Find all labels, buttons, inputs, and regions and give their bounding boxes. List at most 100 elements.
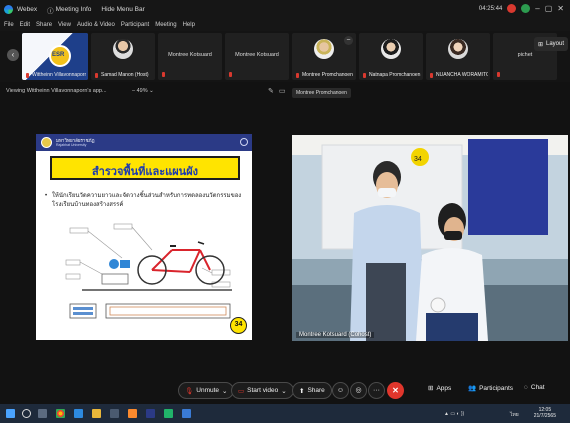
- menu-file[interactable]: File: [4, 22, 14, 28]
- captions-button[interactable]: ◎: [350, 382, 367, 399]
- participant-tile[interactable]: NUANCHA WORAMITO...: [426, 33, 490, 80]
- task-view-icon[interactable]: [38, 409, 47, 418]
- share-label: Share: [307, 387, 325, 394]
- menu-view[interactable]: View: [58, 22, 71, 28]
- participant-tile[interactable]: Montree Kotsuard: [225, 33, 289, 80]
- zoom-control[interactable]: – 49% ⌄: [132, 88, 154, 94]
- mic-muted-icon: 🎙: [185, 387, 194, 395]
- apps-button[interactable]: ⊞ Apps: [428, 384, 452, 393]
- share-button[interactable]: ⬆ Share: [292, 382, 332, 399]
- share-icon: ⬆: [299, 387, 305, 395]
- university-seal-icon: [41, 137, 52, 148]
- video-options-icon[interactable]: ⌄: [281, 387, 286, 395]
- avatar: [448, 39, 468, 59]
- app-icon[interactable]: [146, 409, 155, 418]
- search-icon[interactable]: [22, 409, 31, 418]
- participant-name: Montree Kotsuard: [235, 52, 279, 58]
- participant-strip: ‹ ESR Wittheinn Villavonnaporn Samad Man…: [0, 31, 570, 82]
- meeting-info-icon[interactable]: ⓘ: [47, 5, 54, 15]
- participant-name: Samad Manon (Host): [101, 72, 149, 78]
- edge-icon[interactable]: [74, 409, 83, 418]
- app-name: Webex: [17, 6, 38, 13]
- more-options-button[interactable]: ···: [368, 382, 385, 399]
- unmute-label: Unmute: [196, 387, 220, 394]
- strip-prev-icon[interactable]: ‹: [7, 49, 19, 61]
- start-windows-icon[interactable]: [6, 409, 15, 418]
- avatar: [113, 39, 133, 59]
- chat-label: Chat: [530, 384, 545, 391]
- bicycle-diagram: [62, 222, 242, 326]
- chat-button[interactable]: ◌ Chat: [524, 384, 545, 391]
- shared-slide: มหาวิทยาลัยราชภัฏ Rajabhat University สำ…: [36, 134, 252, 340]
- chrome-icon[interactable]: [56, 409, 65, 418]
- menu-share[interactable]: Share: [36, 22, 52, 28]
- participant-tile[interactable]: ESR Wittheinn Villavonnaporn: [22, 33, 88, 80]
- slide-bullet: ให้นักเรียนวัดความยาวและจัดวางชิ้นส่วนสำ…: [45, 192, 242, 210]
- participant-name: Montree Kotsuard: [168, 52, 212, 58]
- recording-indicator-icon[interactable]: [507, 4, 517, 13]
- menu-participant[interactable]: Participant: [121, 22, 149, 28]
- start-video-label: Start video: [247, 387, 279, 394]
- maximize-icon[interactable]: ▢: [545, 4, 553, 13]
- slide-title-box: สำรวจพื้นที่และแผนผัง: [50, 156, 240, 180]
- unmute-button[interactable]: 🎙 Unmute ⌄: [178, 382, 235, 399]
- captions-icon: ◎: [355, 387, 362, 394]
- viewing-bar: Viewing Wittheinn Villavonnaporn's app..…: [0, 86, 570, 98]
- participants-label: Participants: [479, 384, 514, 392]
- chat-icon: ◌: [524, 384, 528, 391]
- store-icon[interactable]: [110, 409, 119, 418]
- slide-title: สำรวจพื้นที่และแผนผัง: [91, 166, 199, 178]
- leave-meeting-button[interactable]: ✕: [387, 382, 404, 399]
- menu-meeting[interactable]: Meeting: [155, 22, 176, 28]
- hide-menu-bar-button[interactable]: Hide Menu Bar: [101, 6, 144, 13]
- reactions-button[interactable]: ☺: [332, 382, 349, 399]
- participant-tile[interactable]: Natnapa Promchanoen: [359, 33, 423, 80]
- zoom-level: 49%: [136, 88, 148, 94]
- slide-corner-icon: [240, 138, 248, 146]
- participant-tile[interactable]: Samad Manon (Host): [91, 33, 155, 80]
- participant-name: NUANCHA WORAMITO...: [436, 72, 488, 78]
- video-name-tag: Montree Promchanoen: [292, 88, 351, 98]
- participant-tile[interactable]: Montree Kotsuard: [158, 33, 222, 80]
- reactions-icon: ☺: [336, 387, 345, 394]
- zoom-dropdown-icon[interactable]: ⌄: [148, 88, 154, 94]
- annotate-icon[interactable]: ✎: [268, 88, 274, 95]
- board-number: 34: [414, 156, 422, 163]
- slide-header: มหาวิทยาลัยราชภัฏ Rajabhat University: [36, 134, 252, 151]
- menu-audio-video[interactable]: Audio & Video: [77, 22, 115, 28]
- clock[interactable]: 12:05 21/7/2565: [534, 407, 556, 419]
- apps-label: Apps: [436, 384, 452, 392]
- menu-bar: File Edit Share View Audio & Video Parti…: [0, 19, 570, 31]
- file-explorer-icon[interactable]: [92, 409, 101, 418]
- active-video-tile[interactable]: 34 Montree Kotsuard (Cohost): [292, 135, 568, 341]
- share-options-icon[interactable]: ▭: [279, 88, 286, 95]
- unmute-options-icon[interactable]: ⌄: [222, 387, 227, 395]
- participant-name: Montree Promchanoen: [302, 72, 353, 78]
- participant-tile[interactable]: – Montree Promchanoen: [292, 33, 356, 80]
- avatar: [381, 39, 401, 59]
- connection-status-icon[interactable]: [521, 4, 531, 13]
- meeting-info-link[interactable]: Meeting Info: [56, 6, 92, 13]
- close-icon: ✕: [392, 386, 399, 395]
- webex-taskbar-icon[interactable]: [164, 409, 173, 418]
- viewing-label: Viewing Wittheinn Villavonnaporn's app..…: [6, 88, 107, 94]
- menu-help[interactable]: Help: [183, 22, 195, 28]
- app-icon[interactable]: [182, 409, 191, 418]
- tile-more-icon[interactable]: –: [344, 36, 353, 45]
- layout-button[interactable]: ⊞ Layout: [533, 37, 568, 51]
- titlebar-right: 04:25:44 – ▢ ✕: [479, 4, 564, 13]
- tray-icons[interactable]: ▲ ▭ ◐ )): [444, 411, 464, 417]
- meeting-time: 04:25:44: [478, 5, 503, 12]
- participants-icon: 👥: [468, 385, 477, 392]
- mic-muted-icon: [229, 72, 232, 77]
- close-window-icon[interactable]: ✕: [557, 4, 564, 13]
- mic-muted-icon: [497, 72, 500, 77]
- input-language[interactable]: ไทย: [510, 411, 519, 419]
- minimize-icon[interactable]: –: [535, 4, 539, 13]
- video-frame: 34: [292, 135, 568, 341]
- menu-edit[interactable]: Edit: [20, 22, 30, 28]
- app-icon[interactable]: [128, 409, 137, 418]
- start-video-button[interactable]: ▭ Start video ⌄: [231, 382, 294, 399]
- layout-label: Layout: [545, 41, 564, 47]
- participants-button[interactable]: 👥 Participants: [468, 384, 514, 393]
